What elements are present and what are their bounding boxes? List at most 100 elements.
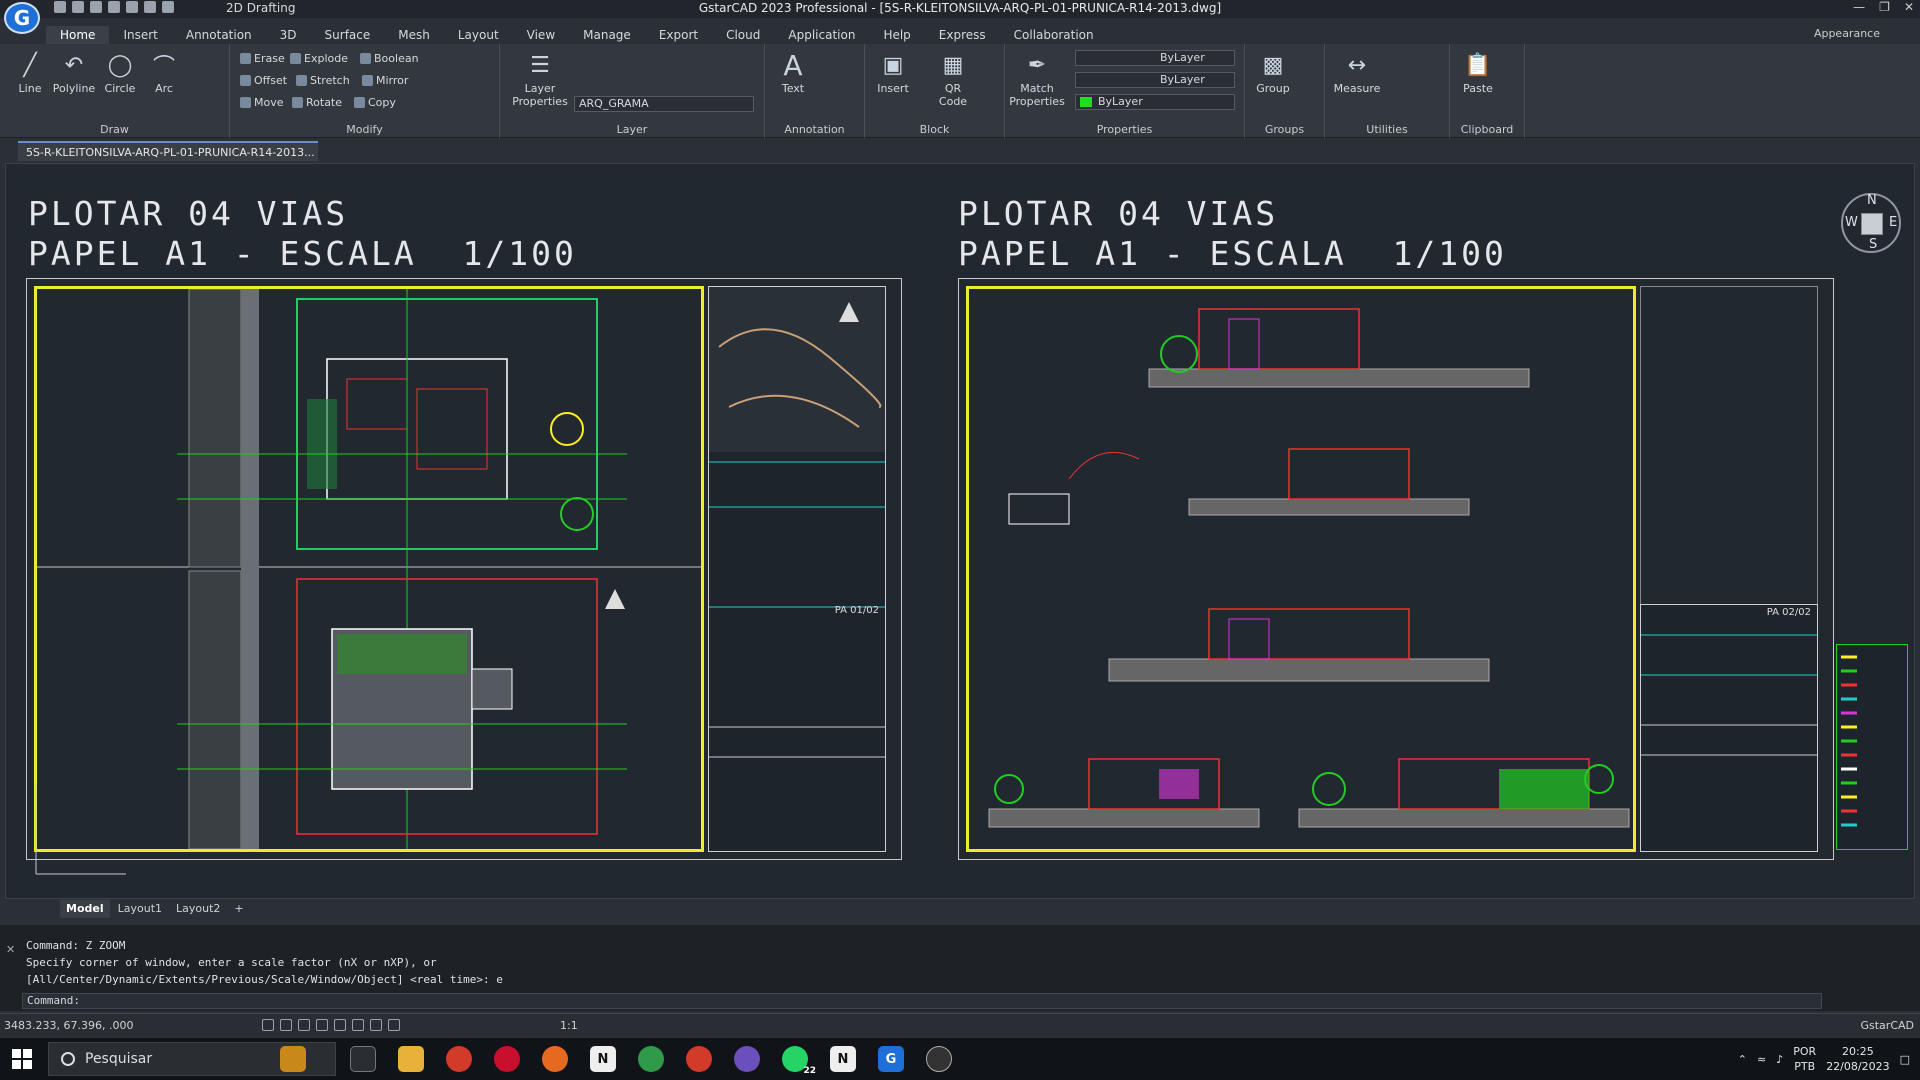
insert-block-icon: ▣ [882,52,904,78]
tab-home[interactable]: Home [46,26,110,44]
slack-icon[interactable] [734,1046,760,1072]
layer-properties-button[interactable]: ☰ Layer Properties [512,50,568,109]
appearance-menu[interactable]: Appearance [1814,27,1880,40]
task-view-icon[interactable] [350,1046,376,1072]
chrome-profile-icon[interactable] [638,1046,664,1072]
tab-manage[interactable]: Manage [569,26,645,44]
layout-tabs: Model Layout1 Layout2 + [60,900,250,918]
tray-chevron-icon[interactable]: ⌃ [1738,1053,1747,1066]
command-input[interactable]: Command: [22,993,1822,1009]
notifications-icon[interactable]: □ [1900,1053,1910,1066]
app-logo-icon[interactable]: G [4,2,40,34]
color-select[interactable]: ByLayer [1075,50,1235,66]
annotation-panel-label[interactable]: Annotation [765,123,864,136]
tab-express[interactable]: Express [925,26,1000,44]
tab-insert[interactable]: Insert [109,26,171,44]
viewcube-compass[interactable]: N S E W [1841,193,1901,253]
block-panel-label[interactable]: Block [865,123,1004,136]
work-bag-icon[interactable] [280,1046,306,1072]
restore-icon[interactable]: ❐ [1879,0,1890,14]
ortho-icon[interactable] [298,1019,310,1031]
tab-export[interactable]: Export [645,26,712,44]
mirror-button[interactable]: Mirror [362,74,408,87]
tab-collaboration[interactable]: Collaboration [1000,26,1108,44]
snap-icon[interactable] [280,1019,292,1031]
qr-code-button[interactable]: ▦ QR Code [931,50,975,109]
groups-panel-label[interactable]: Groups [1245,123,1324,136]
document-tab[interactable]: 5S-R-KLEITONSILVA-ARQ-PL-01-PRUNICA-R14-… [18,141,318,179]
offset-button[interactable]: Offset [240,74,287,87]
group-button[interactable]: ▩ Group [1251,50,1295,96]
tab-layout[interactable]: Layout [444,26,513,44]
boolean-button[interactable]: Boolean [360,52,419,65]
whatsapp-icon[interactable]: 22 [782,1046,816,1076]
grid-icon[interactable] [262,1019,274,1031]
tab-3d[interactable]: 3D [266,26,311,44]
volume-icon[interactable]: ♪ [1776,1053,1783,1066]
tab-annotation[interactable]: Annotation [172,26,266,44]
move-button[interactable]: Move [240,96,284,109]
draw-panel-label[interactable]: Draw [0,123,229,136]
lineweight-select[interactable]: ByLayer [1075,94,1235,110]
properties-panel-label[interactable]: Properties [1005,123,1244,136]
modify-panel-label[interactable]: Modify [230,123,499,136]
otrack-icon[interactable] [352,1019,364,1031]
rotate-button[interactable]: Rotate [292,96,342,109]
tab-layout1[interactable]: Layout1 [112,900,168,918]
gstarcad-taskbar-icon[interactable]: G [878,1046,904,1072]
close-command-icon[interactable]: ✕ [6,943,15,956]
polyline-button[interactable]: ↶ Polyline [52,50,96,96]
notion-icon[interactable]: N [590,1046,616,1072]
system-tray: ⌃ ≈ ♪ POR PTB 20:25 22/08/2023 □ [1738,1038,1920,1080]
lineweight-icon[interactable] [370,1019,382,1031]
measure-button[interactable]: ↔ Measure [1331,50,1383,96]
stretch-button[interactable]: Stretch [296,74,350,87]
clock[interactable]: 20:25 22/08/2023 [1826,1044,1889,1074]
layer-panel-label[interactable]: Layer [500,123,764,136]
tab-surface[interactable]: Surface [311,26,385,44]
offset-icon [240,75,251,86]
transparency-icon[interactable] [388,1019,400,1031]
drawing-canvas[interactable]: PLOTAR 04 VIAS PAPEL A1 - ESCALA 1/100 P… [5,163,1915,899]
line-button[interactable]: ╱ Line [8,50,52,96]
erase-button[interactable]: Erase [240,52,285,65]
tab-view[interactable]: View [513,26,569,44]
close-icon[interactable]: ✕ [1904,0,1914,14]
osnap-icon[interactable] [334,1019,346,1031]
move-icon [240,97,251,108]
paste-button[interactable]: 📋 Paste [1456,50,1500,96]
add-layout-button[interactable]: + [228,900,249,918]
language-indicator[interactable]: POR PTB [1793,1044,1816,1074]
insert-block-button[interactable]: ▣ Insert [871,50,915,96]
clipboard-panel-label: Clipboard [1460,123,1514,136]
tab-help[interactable]: Help [869,26,924,44]
tab-layout2[interactable]: Layout2 [170,900,226,918]
file-explorer-icon[interactable] [398,1046,424,1072]
tab-cloud[interactable]: Cloud [712,26,774,44]
windows-start-icon[interactable] [12,1049,32,1069]
tab-model[interactable]: Model [60,900,110,918]
notion-2-icon[interactable]: N [830,1046,856,1072]
text-button[interactable]: A Text [771,49,815,96]
wifi-icon[interactable]: ≈ [1757,1053,1766,1066]
polar-icon[interactable] [316,1019,328,1031]
viewcube-top-face[interactable] [1861,213,1883,235]
arc-button[interactable]: ⌒ Arc [142,50,186,95]
linetype-select[interactable]: ByLayer [1075,72,1235,88]
line-icon: ╱ [23,52,37,78]
explode-button[interactable]: Explode [290,52,348,65]
app-circle-icon[interactable] [926,1046,952,1072]
annotation-scale[interactable]: 1:1 [560,1019,578,1032]
minimize-icon[interactable]: — [1853,0,1865,14]
match-properties-button[interactable]: ✒ Match Properties [1009,50,1065,109]
tab-mesh[interactable]: Mesh [384,26,444,44]
tab-application[interactable]: Application [774,26,869,44]
layer-panel: ☰ Layer Properties ARQ_GRAMA Layer [500,44,765,138]
copy-button[interactable]: Copy [354,96,396,109]
current-layer-select[interactable]: ARQ_GRAMA [574,96,754,112]
chrome-icon[interactable] [446,1046,472,1072]
opera-icon[interactable] [494,1046,520,1072]
firefox-icon[interactable] [542,1046,568,1072]
chrome-profile-2-icon[interactable] [686,1046,712,1072]
circle-button[interactable]: ◯ Circle [98,50,142,96]
